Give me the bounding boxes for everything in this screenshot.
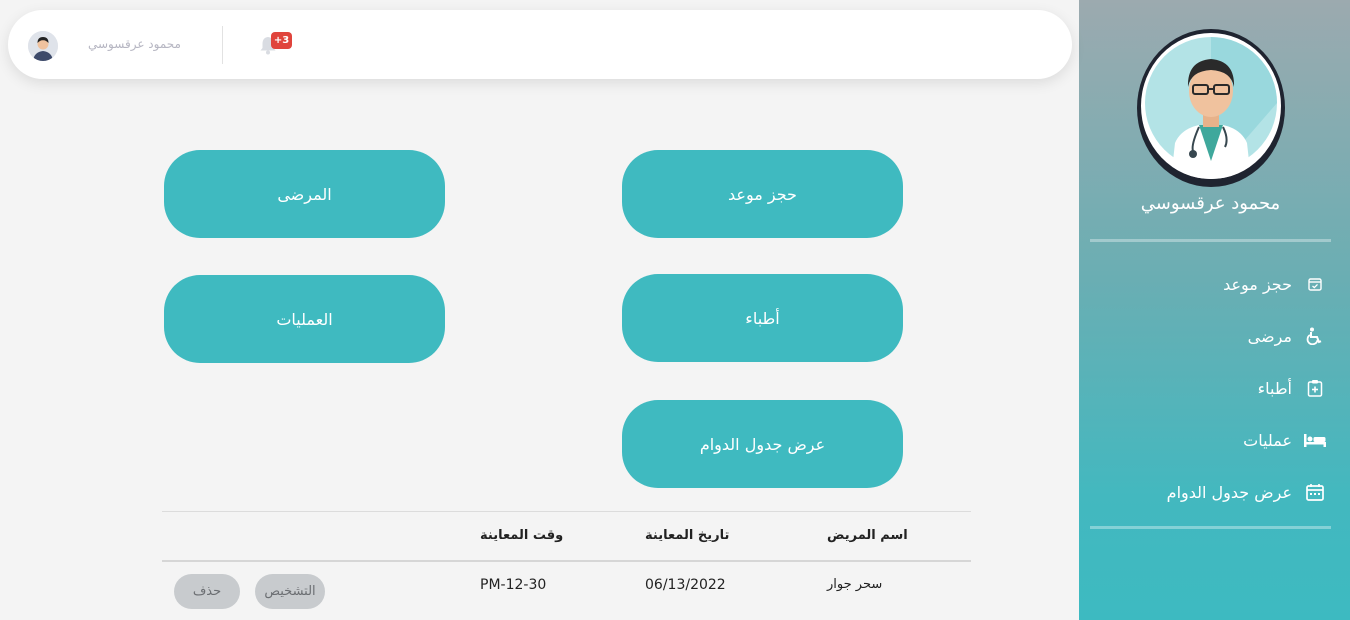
profile-name: محمود عرقسوسي	[1140, 193, 1281, 214]
sidebar-item-label: حجز موعد	[1223, 274, 1292, 294]
profile-avatar	[1137, 29, 1285, 187]
sidebar-divider	[1090, 239, 1331, 242]
topbar: محمود عرقسوسي +3	[8, 10, 1072, 79]
tile-schedule[interactable]: عرض جدول الدوام	[622, 400, 903, 488]
diagnose-button[interactable]: التشخيص	[255, 574, 325, 609]
tile-book-appointment[interactable]: حجز موعد	[622, 150, 903, 238]
bed-icon	[1304, 429, 1326, 451]
calendar-icon	[1304, 481, 1326, 503]
clipboard-plus-icon	[1304, 377, 1326, 399]
table-top-border	[162, 511, 971, 512]
table-header-date: تاريخ المعاينة	[645, 528, 730, 543]
table-header-patient: اسم المريض	[827, 528, 908, 543]
sidebar: محمود عرقسوسي حجز موعد مرضى أطباء عمليات	[1079, 0, 1350, 620]
calendar-check-icon	[1304, 273, 1326, 295]
sidebar-item-label: عمليات	[1243, 430, 1292, 450]
cell-patient: سحر جوار	[827, 577, 883, 592]
notification-badge: +3	[271, 32, 292, 49]
sidebar-item-doctors[interactable]: أطباء	[1086, 362, 1326, 414]
sidebar-item-label: مرضى	[1247, 326, 1292, 346]
sidebar-item-label: أطباء	[1257, 378, 1292, 398]
user-avatar[interactable]	[28, 31, 58, 61]
sidebar-item-label: عرض جدول الدوام	[1166, 482, 1292, 502]
topbar-user-name[interactable]: محمود عرقسوسي	[88, 37, 181, 51]
sidebar-item-book[interactable]: حجز موعد	[1086, 258, 1326, 310]
sidebar-menu: حجز موعد مرضى أطباء عمليات عرض جدول الدو…	[1086, 258, 1326, 518]
sidebar-item-patients[interactable]: مرضى	[1086, 310, 1326, 362]
cell-date: 06/13/2022	[645, 577, 726, 593]
wheelchair-icon	[1304, 325, 1326, 347]
tile-doctors[interactable]: أطباء	[622, 274, 903, 362]
tile-patients[interactable]: المرضى	[164, 150, 445, 238]
table-header-time: وقت المعاينة	[480, 528, 564, 543]
topbar-separator	[222, 26, 223, 64]
tile-operations[interactable]: العمليات	[164, 275, 445, 363]
sidebar-item-schedule[interactable]: عرض جدول الدوام	[1086, 466, 1326, 518]
sidebar-divider	[1090, 526, 1331, 529]
cell-time: PM-12-30	[480, 577, 547, 593]
delete-button[interactable]: حذف	[174, 574, 240, 609]
sidebar-item-operations[interactable]: عمليات	[1086, 414, 1326, 466]
table-header-border	[162, 560, 971, 562]
